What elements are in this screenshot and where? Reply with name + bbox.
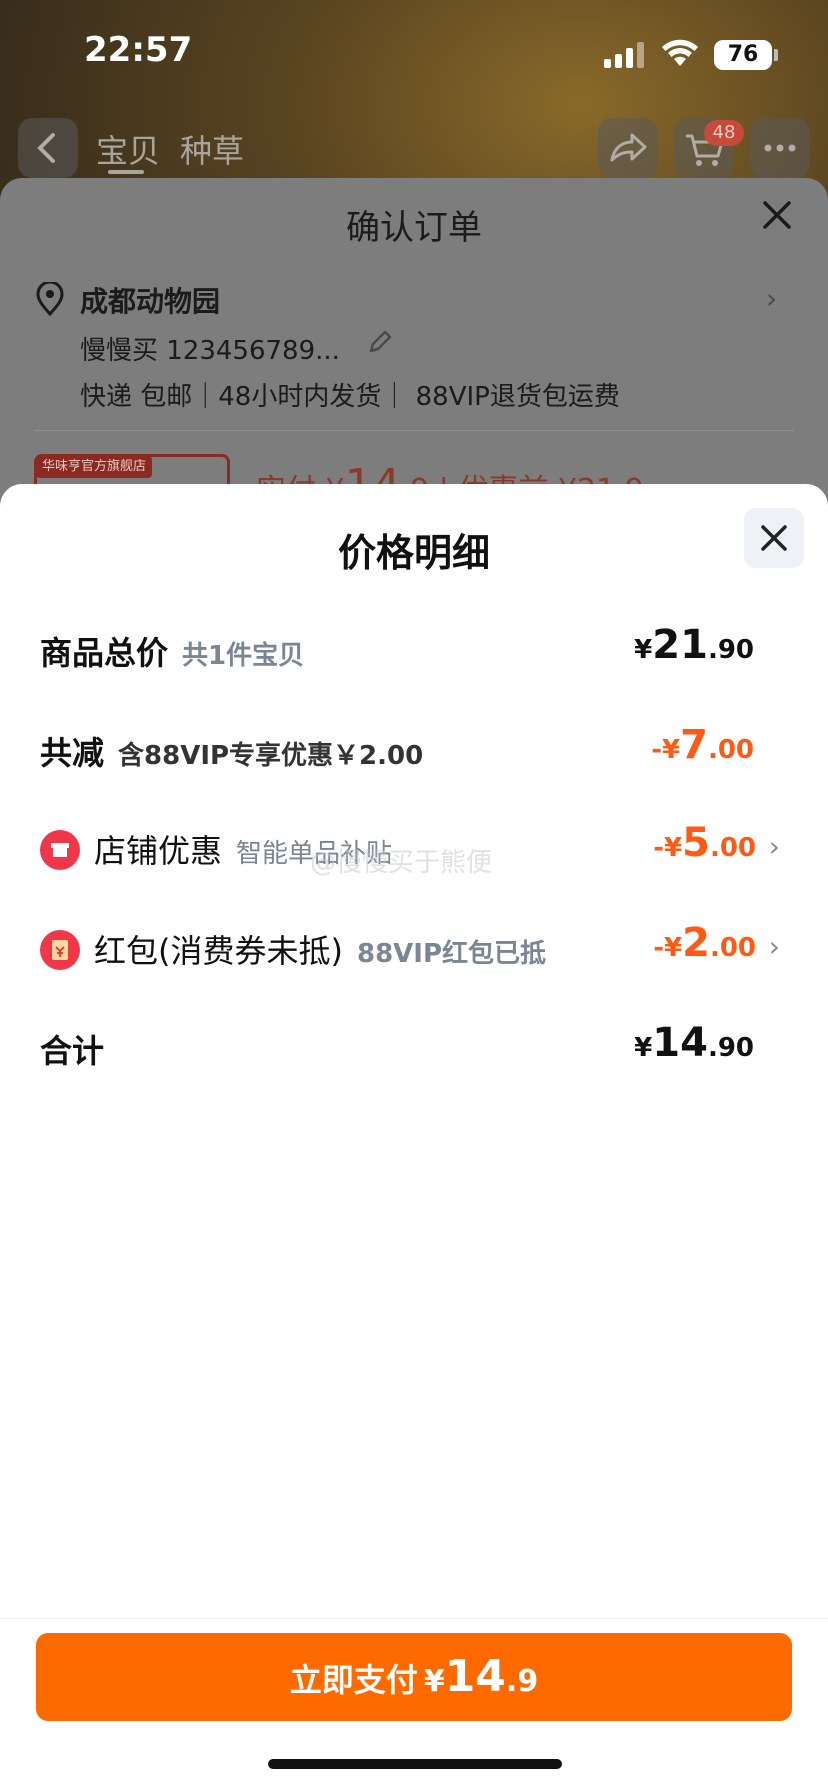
chevron-right-icon[interactable]: ›: [766, 282, 777, 315]
row-sub: 含88VIP专享优惠￥2.00: [118, 741, 424, 771]
price-amount: ¥21.90: [634, 622, 754, 668]
grand-total-row: 合计 ¥14.90: [0, 1020, 828, 1080]
chevron-right-icon[interactable]: ›: [769, 830, 780, 863]
row-label: 共减 含88VIP专享优惠￥2.00: [40, 734, 424, 772]
row-sub: 88VIP红包已抵: [356, 939, 547, 969]
price-detail-sheet: 价格明细 商品总价 共1件宝贝 ¥21.90 共减 含88VIP专享优惠￥2.00 …: [0, 484, 828, 1792]
status-time: 22:57: [84, 30, 193, 70]
total-price-row: 商品总价 共1件宝贝 ¥21.90: [0, 622, 828, 682]
red-packet-amount: -¥2.00: [653, 920, 756, 966]
shop-icon: [40, 830, 80, 870]
address-name[interactable]: 成都动物园: [80, 280, 220, 320]
row-label: 合计: [40, 1032, 105, 1070]
row-sub: 共1件宝贝: [182, 641, 305, 671]
watermark: @慢慢买于熊便: [310, 848, 493, 878]
sheet-title: 价格明细: [337, 531, 490, 575]
share-button[interactable]: [598, 118, 658, 178]
chevron-left-icon: [37, 133, 55, 163]
close-icon: [761, 525, 787, 551]
shop-tag: 华味亨官方旗舰店: [36, 456, 153, 478]
discount-amount: -¥7.00: [651, 722, 754, 768]
close-icon: [763, 201, 791, 229]
top-nav: 宝贝 种草: [0, 114, 828, 184]
battery-level: 76: [714, 40, 772, 70]
close-button[interactable]: [744, 508, 804, 568]
cellular-signal-icon: [604, 42, 648, 68]
pay-bar: 立即支付 ¥14.9: [0, 1618, 828, 1792]
order-title: 确认订单: [346, 208, 482, 248]
home-indicator[interactable]: [268, 1759, 562, 1769]
edit-icon[interactable]: [366, 328, 394, 356]
status-bar: 22:57 76: [0, 0, 828, 100]
back-button[interactable]: [18, 118, 78, 178]
more-icon: [764, 144, 796, 152]
row-label: 商品总价 共1件宝贝: [40, 634, 305, 672]
tab-underline: [108, 170, 144, 174]
red-packet-row[interactable]: 红包(消费券未抵) 88VIP红包已抵 -¥2.00 ›: [0, 920, 828, 980]
divider: [34, 430, 794, 431]
battery-tip: [774, 49, 778, 61]
cart-count-badge: 48: [704, 120, 744, 146]
share-icon: [610, 133, 647, 162]
wifi-icon: [662, 39, 698, 66]
grand-total-amount: ¥14.90: [634, 1020, 754, 1066]
row-label: 红包(消费券未抵) 88VIP红包已抵: [94, 932, 547, 970]
location-pin-icon: [36, 282, 64, 316]
tab-seeding[interactable]: 种草: [180, 126, 244, 172]
total-discount-row: 共减 含88VIP专享优惠￥2.00 -¥7.00: [0, 722, 828, 782]
tab-item[interactable]: 宝贝: [96, 126, 160, 172]
shipping-info: 快递 包邮｜48小时内发货｜ 88VIP退货包运费: [80, 382, 620, 412]
red-packet-icon: [40, 930, 80, 970]
shop-discount-amount: -¥5.00: [653, 820, 756, 866]
pay-now-button[interactable]: 立即支付 ¥14.9: [36, 1633, 792, 1721]
order-close-button[interactable]: [760, 198, 794, 239]
more-button[interactable]: [750, 118, 810, 178]
chevron-right-icon[interactable]: ›: [769, 930, 780, 963]
address-contact: 慢慢买 123456789...: [80, 336, 340, 366]
